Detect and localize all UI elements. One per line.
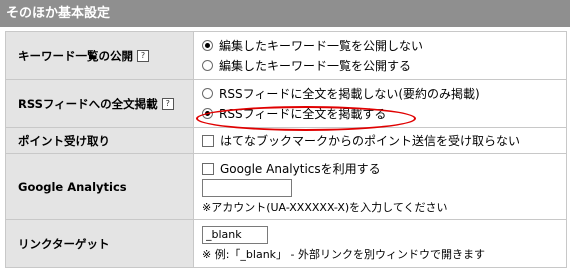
checkbox-label: はてなブックマークからのポイント送信を受け取らない (220, 134, 521, 148)
setting-row-google-analytics: Google Analytics Google Analyticsを利用する ※… (5, 153, 567, 220)
section-title: そのほか基本設定 (0, 0, 570, 27)
radio-label: 編集したキーワード一覧を公開しない (219, 39, 424, 53)
checkbox[interactable] (202, 162, 214, 175)
radio-label: 編集したキーワード一覧を公開する (219, 59, 412, 73)
radio-rss-full[interactable]: RSSフィードに全文を掲載する (202, 104, 566, 124)
setting-value-cell: RSSフィードに全文を掲載しない(要約のみ掲載) RSSフィードに全文を掲載する (193, 79, 567, 128)
setting-row-rss-full: RSSフィードへの全文掲載? RSSフィードに全文を掲載しない(要約のみ掲載) … (5, 79, 567, 128)
setting-value-cell: Google Analyticsを利用する ※アカウント(UA-XXXXXX-X… (193, 153, 567, 220)
setting-label-google-analytics: Google Analytics (18, 179, 127, 194)
setting-label-cell: RSSフィードへの全文掲載? (5, 79, 194, 128)
radio-label: RSSフィードに全文を掲載する (219, 107, 387, 121)
setting-label-rss-full: RSSフィードへの全文掲載 (18, 96, 158, 111)
radio-button[interactable] (202, 60, 213, 71)
link-target-input[interactable] (202, 225, 268, 244)
settings-table: キーワード一覧の公開? 編集したキーワード一覧を公開しない 編集したキーワード一… (5, 31, 567, 268)
setting-value-cell: 編集したキーワード一覧を公開しない 編集したキーワード一覧を公開する (193, 31, 567, 80)
setting-row-keyword-public: キーワード一覧の公開? 編集したキーワード一覧を公開しない 編集したキーワード一… (5, 31, 567, 80)
setting-value-cell: はてなブックマークからのポイント送信を受け取らない (193, 127, 567, 154)
help-icon[interactable]: ? (137, 50, 149, 62)
checkbox-points[interactable]: はてなブックマークからのポイント送信を受け取らない (202, 131, 566, 151)
radio-keyword-hide[interactable]: 編集したキーワード一覧を公開しない (202, 36, 566, 56)
checkbox[interactable] (202, 134, 214, 147)
setting-label-cell: キーワード一覧の公開? (5, 31, 194, 80)
setting-row-points: ポイント受け取り はてなブックマークからのポイント送信を受け取らない (5, 127, 567, 154)
checkbox-label: Google Analyticsを利用する (220, 162, 381, 176)
ga-account-input[interactable] (202, 178, 292, 197)
radio-rss-summary[interactable]: RSSフィードに全文を掲載しない(要約のみ掲載) (202, 84, 566, 104)
setting-row-link-target: リンクターゲット ※ 例:「_blank」 - 外部リンクを別ウィンドウで開きま… (5, 219, 567, 268)
setting-label-link-target: リンクターゲット (18, 236, 110, 251)
radio-button[interactable] (202, 88, 213, 99)
setting-value-cell: ※ 例:「_blank」 - 外部リンクを別ウィンドウで開きます (193, 219, 567, 268)
setting-label-cell: Google Analytics (5, 153, 194, 220)
radio-label: RSSフィードに全文を掲載しない(要約のみ掲載) (219, 87, 480, 101)
radio-button-selected[interactable] (202, 40, 213, 51)
setting-label-cell: ポイント受け取り (5, 127, 194, 154)
checkbox-google-analytics[interactable]: Google Analyticsを利用する (202, 159, 566, 179)
setting-label-points: ポイント受け取り (18, 133, 110, 148)
radio-button-selected[interactable] (202, 108, 213, 119)
setting-label-cell: リンクターゲット (5, 219, 194, 268)
setting-label-keyword-public: キーワード一覧の公開 (18, 48, 133, 63)
settings-panel: そのほか基本設定 キーワード一覧の公開? 編集したキーワード一覧を公開しない 編… (0, 0, 570, 279)
ga-note: ※アカウント(UA-XXXXXX-X)を入力してください (202, 200, 448, 214)
link-target-note: ※ 例:「_blank」 - 外部リンクを別ウィンドウで開きます (202, 247, 486, 261)
radio-keyword-show[interactable]: 編集したキーワード一覧を公開する (202, 56, 566, 76)
help-icon[interactable]: ? (161, 98, 174, 110)
